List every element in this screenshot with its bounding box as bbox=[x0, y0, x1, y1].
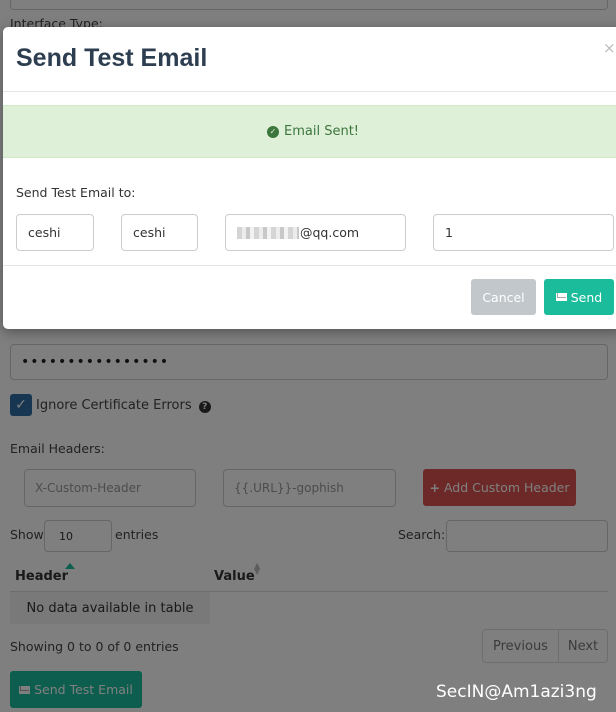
success-alert: ✓ Email Sent! bbox=[3, 105, 616, 158]
last-name-input[interactable]: ceshi bbox=[121, 214, 198, 251]
send-button-label: Send bbox=[570, 289, 603, 305]
email-input[interactable]: @qq.com bbox=[225, 214, 406, 251]
position-input[interactable]: 1 bbox=[433, 214, 614, 251]
watermark-text: SecIN@Am1azi3ng bbox=[436, 682, 597, 702]
send-test-email-modal: Send Test Email × ✓ Email Sent! Send Tes… bbox=[3, 27, 616, 329]
cancel-button[interactable]: Cancel bbox=[471, 279, 536, 315]
close-icon[interactable]: × bbox=[603, 39, 616, 57]
first-name-input[interactable]: ceshi bbox=[16, 214, 94, 251]
email-suffix: @qq.com bbox=[300, 225, 360, 240]
envelope-icon bbox=[555, 293, 567, 301]
redacted-email-prefix bbox=[237, 226, 299, 239]
modal-footer-divider bbox=[3, 265, 616, 266]
send-button[interactable]: Send bbox=[544, 279, 614, 315]
modal-title: Send Test Email bbox=[16, 44, 208, 72]
modal-header-divider bbox=[3, 91, 616, 92]
success-alert-text: Email Sent! bbox=[284, 124, 359, 139]
check-circle-icon: ✓ bbox=[267, 125, 279, 138]
send-to-label: Send Test Email to: bbox=[16, 185, 136, 200]
